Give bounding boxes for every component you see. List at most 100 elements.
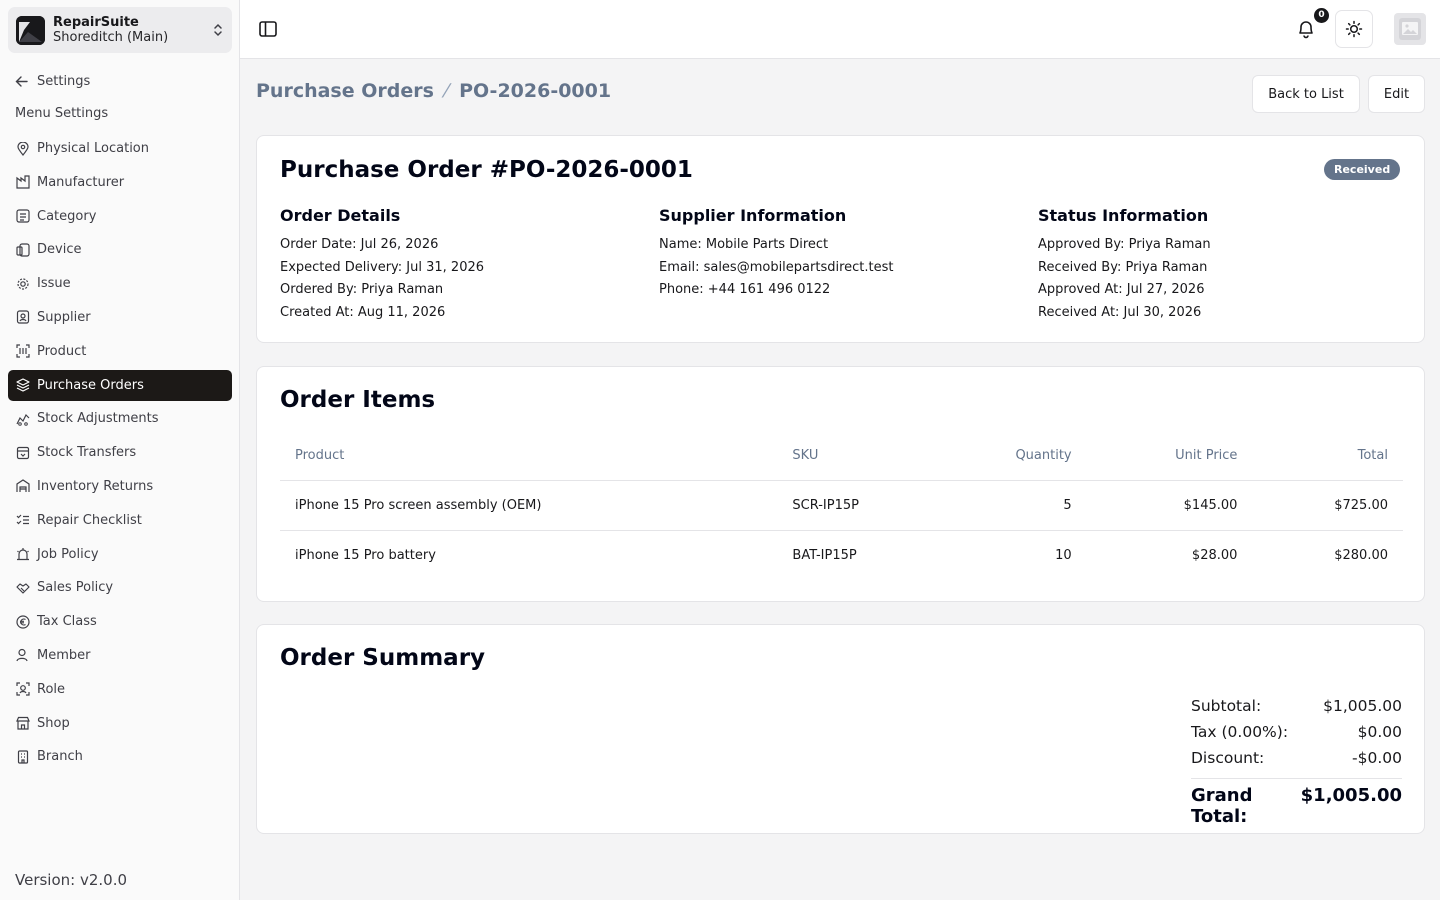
subtotal-value: $1,005.00 <box>1323 697 1402 715</box>
cell-total: $280.00 <box>1334 547 1388 563</box>
sidebar-item-label: Issue <box>37 276 71 292</box>
sidebar-item-inventory-returns[interactable]: Inventory Returns <box>8 471 232 502</box>
factory-icon <box>15 175 30 190</box>
arrow-left-icon <box>15 75 28 87</box>
warehouse-icon <box>15 479 30 494</box>
order-summary-title: Order Summary <box>280 645 486 671</box>
sidebar-item-member[interactable]: Member <box>8 640 232 671</box>
sidebar-item-label: Category <box>37 208 97 224</box>
transfer-icon <box>15 445 30 460</box>
cell-unit-price: $28.00 <box>1191 547 1238 563</box>
edit-button[interactable]: Edit <box>1368 75 1425 113</box>
sidebar-item-label: Inventory Returns <box>37 478 154 494</box>
back-to-settings-link[interactable]: Settings <box>15 71 90 91</box>
siren-icon <box>15 547 30 562</box>
store-icon <box>15 716 30 731</box>
tax-label: Tax (0.00%): <box>1191 723 1289 741</box>
ordered-by: Ordered By: Priya Raman <box>280 282 444 297</box>
discount-label: Discount: <box>1191 749 1265 767</box>
cell-sku: SCR-IP15P <box>777 480 951 531</box>
cell-product: iPhone 15 Pro screen assembly (OEM) <box>280 480 778 531</box>
expected-delivery: Expected Delivery: Jul 31, 2026 <box>280 259 485 275</box>
contact-icon <box>15 310 30 325</box>
back-to-list-button[interactable]: Back to List <box>1252 75 1360 113</box>
purchase-order-info-card: Purchase Order #PO-2026-0001 Received Or… <box>256 135 1425 343</box>
order-details-section: Order Details Order Date: Jul 26, 2026 E… <box>280 206 640 324</box>
sidebar-item-stock-transfers[interactable]: Stock Transfers <box>8 437 232 468</box>
order-items-card: Order Items Product SKU Quantity Unit Pr… <box>256 366 1425 602</box>
summary-totals: Subtotal: $1,005.00 Tax (0.00%): $0.00 D… <box>1191 693 1402 827</box>
sidebar-item-label: Repair Checklist <box>37 512 142 528</box>
sun-icon <box>1345 20 1363 38</box>
sidebar-item-label: Branch <box>37 749 83 765</box>
grand-total-row: Grand Total: $1,005.00 <box>1191 785 1402 827</box>
sidebar-item-label: Stock Adjustments <box>37 411 159 427</box>
sidebar-item-job-policy[interactable]: Job Policy <box>8 539 232 570</box>
supplier-email: Email: sales@mobilepartsdirect.test <box>659 259 894 275</box>
shop-switcher[interactable]: RepairSuite Shoreditch (Main) <box>8 7 232 53</box>
sidebar-item-shop[interactable]: Shop <box>8 708 232 739</box>
order-items-table: Product SKU Quantity Unit Price Total iP… <box>280 432 1403 580</box>
tax-row: Tax (0.00%): $0.00 <box>1191 719 1402 745</box>
sidebar-item-physical-location[interactable]: Physical Location <box>8 133 232 164</box>
back-label: Settings <box>37 73 91 89</box>
sidebar-item-branch[interactable]: Branch <box>8 741 232 772</box>
sidebar-item-label: Purchase Orders <box>37 377 144 393</box>
avatar[interactable] <box>1394 13 1426 45</box>
summary-divider <box>1191 778 1402 779</box>
sidebar-item-stock-adjustments[interactable]: Stock Adjustments <box>8 403 232 434</box>
settings-nav: Physical Location Manufacturer Category … <box>8 133 232 775</box>
sidebar-item-category[interactable]: Category <box>8 201 232 232</box>
sidebar-item-issue[interactable]: Issue <box>8 268 232 299</box>
breadcrumb-current: PO-2026-0001 <box>459 80 612 102</box>
sidebar-item-label: Supplier <box>37 309 91 325</box>
sidebar-item-label: Tax Class <box>37 614 97 630</box>
sidebar-item-device[interactable]: Device <box>8 234 232 265</box>
chevrons-up-down-icon <box>214 23 222 37</box>
sidebar-item-label: Device <box>37 242 82 258</box>
handshake-icon <box>15 580 30 595</box>
sidebar-toggle-icon[interactable] <box>257 18 279 40</box>
sidebar: RepairSuite Shoreditch (Main) Settings M… <box>0 0 240 900</box>
status-info-heading: Status Information <box>1038 206 1209 225</box>
sidebar-item-purchase-orders[interactable]: Purchase Orders <box>8 369 232 401</box>
menu-heading: Menu Settings <box>15 106 109 121</box>
sidebar-item-product[interactable]: Product <box>8 336 232 367</box>
app-version: Version: v2.0.0 <box>15 871 128 889</box>
grand-total-label: Grand Total: <box>1191 785 1253 827</box>
status-info-section: Status Information Approved By: Priya Ra… <box>1038 206 1398 324</box>
gear-icon <box>15 276 30 291</box>
sidebar-item-label: Manufacturer <box>37 174 125 190</box>
sidebar-item-label: Product <box>37 343 87 359</box>
map-pin-icon <box>15 141 30 156</box>
sidebar-item-sales-policy[interactable]: Sales Policy <box>8 572 232 603</box>
order-date: Order Date: Jul 26, 2026 <box>280 237 439 252</box>
column-header-product: Product <box>280 432 778 481</box>
column-header-total: Total <box>1252 432 1403 481</box>
bell-icon[interactable] <box>1295 18 1317 40</box>
sidebar-item-label: Shop <box>37 715 70 731</box>
sidebar-item-label: Member <box>37 647 91 663</box>
cell-product: iPhone 15 Pro battery <box>295 547 436 563</box>
sidebar-item-tax-class[interactable]: Tax Class <box>8 606 232 637</box>
sidebar-item-label: Job Policy <box>37 546 99 562</box>
list-icon <box>15 209 30 224</box>
role-icon <box>15 682 30 697</box>
shop-logo-icon <box>16 15 45 45</box>
image-placeholder-icon <box>1399 18 1421 40</box>
breadcrumb-separator: ⁄ <box>444 80 449 102</box>
cell-quantity: 5 <box>950 480 1087 531</box>
euro-icon <box>15 614 30 629</box>
sidebar-item-supplier[interactable]: Supplier <box>8 302 232 333</box>
breadcrumb-purchase-orders-link[interactable]: Purchase Orders <box>256 80 434 102</box>
discount-row: Discount: -$0.00 <box>1191 745 1402 771</box>
table-row: iPhone 15 Pro battery BAT-IP15P 10 $28.0… <box>280 530 1403 580</box>
page-title: Purchase Order #PO-2026-0001 <box>280 157 693 183</box>
sidebar-item-repair-checklist[interactable]: Repair Checklist <box>8 505 232 536</box>
sidebar-item-manufacturer[interactable]: Manufacturer <box>8 167 232 198</box>
sidebar-item-role[interactable]: Role <box>8 674 232 705</box>
theme-toggle-button[interactable] <box>1335 10 1373 48</box>
status-badge: Received <box>1324 159 1401 180</box>
created-at: Created At: Aug 11, 2026 <box>280 304 446 320</box>
sidebar-item-label: Role <box>37 681 66 697</box>
